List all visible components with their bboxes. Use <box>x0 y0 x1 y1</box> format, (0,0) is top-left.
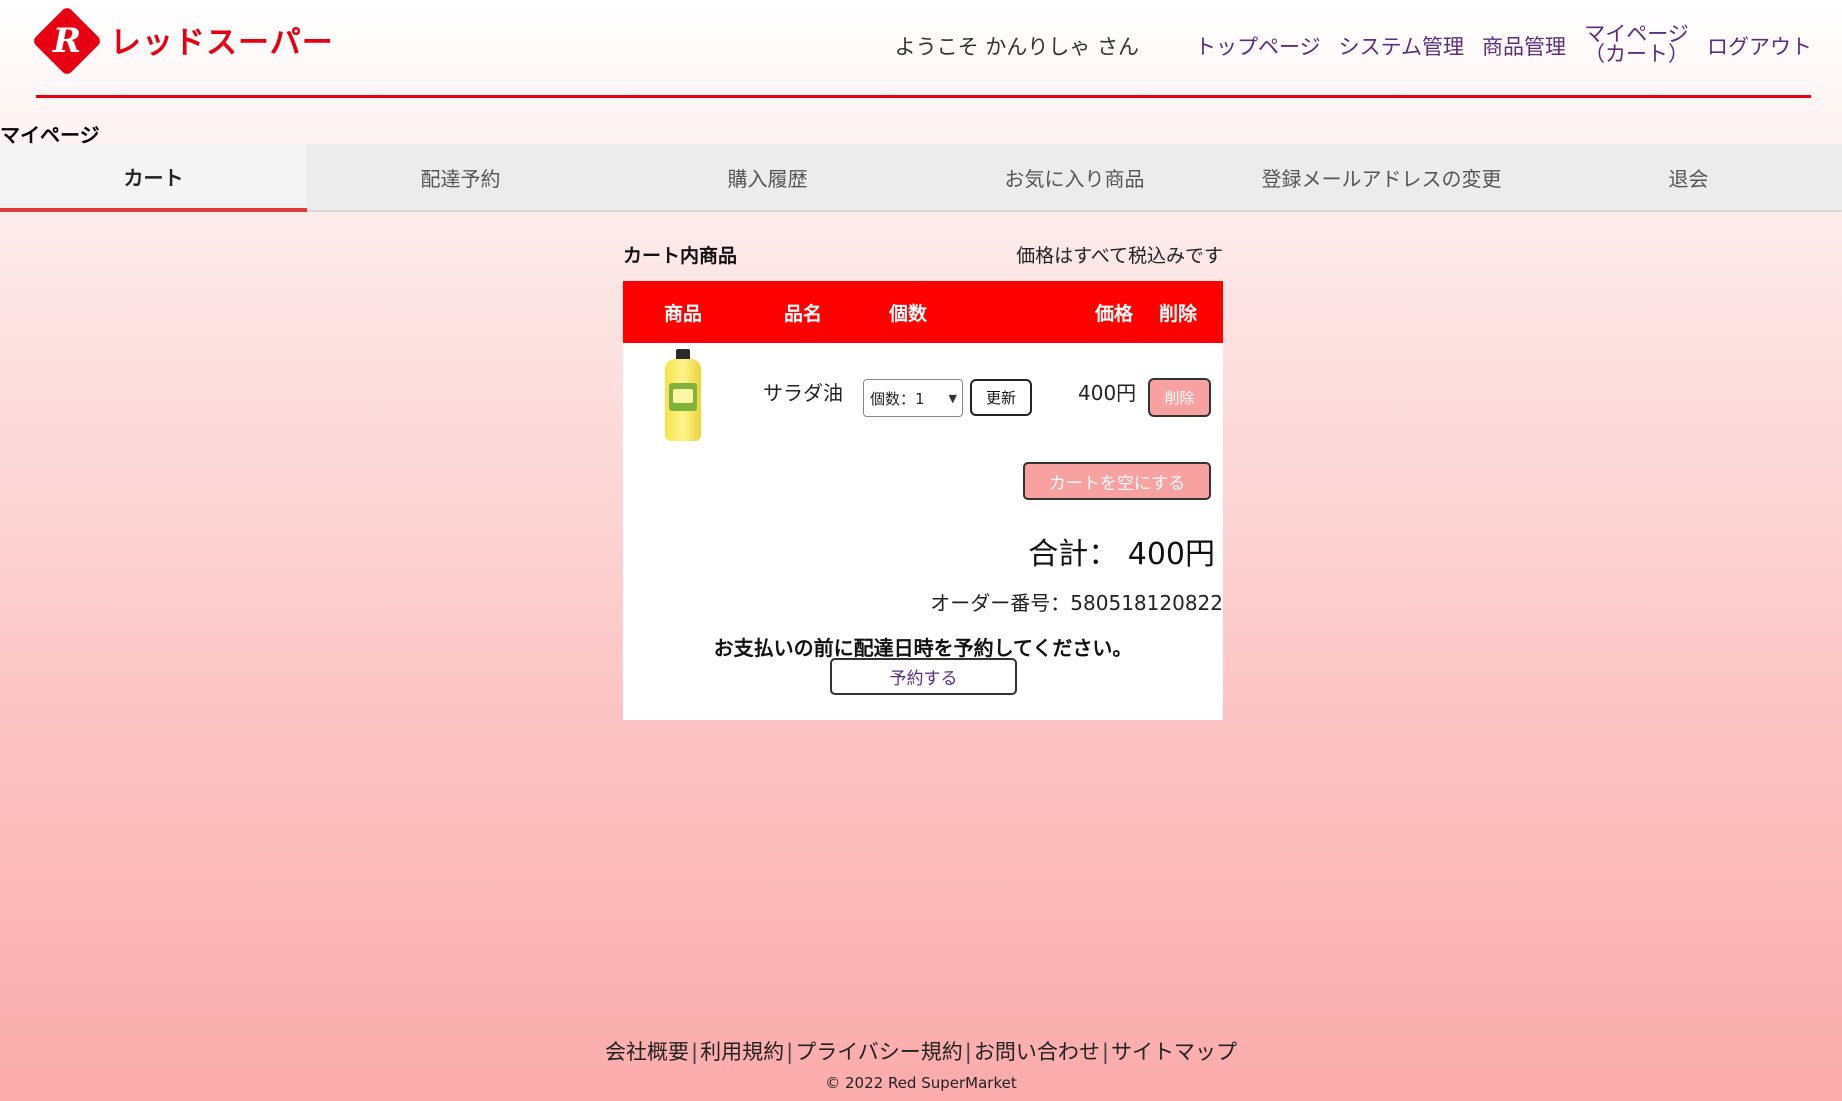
site-logo[interactable]: R レッドスーパー <box>31 5 334 77</box>
footer-link-privacy[interactable]: プライバシー規約 <box>795 1040 963 1064</box>
update-button[interactable]: 更新 <box>970 379 1032 416</box>
quantity-select[interactable]: 個数：1 ▼ <box>863 379 963 417</box>
top-nav: ようこそ かんりしゃ さん トップページ システム管理 商品管理 マイページ （… <box>894 24 1812 65</box>
tab-change-email[interactable]: 登録メールアドレスの変更 <box>1228 144 1535 210</box>
nav-mypage-cart[interactable]: マイページ （カート） <box>1584 24 1689 66</box>
footer-link-company[interactable]: 会社概要 <box>605 1040 689 1064</box>
col-price: 価格 <box>1094 302 1133 325</box>
item-price: 400円 <box>1078 381 1137 405</box>
nav-mypage-line2: （カート） <box>1584 42 1689 66</box>
cart-title: カート内商品 <box>623 245 738 267</box>
cart-panel: 商品 品名 個数 価格 削除 サラダ油 個数：1 ▼ 更新 400円 削除 カー… <box>623 281 1223 720</box>
tab-cart[interactable]: カート <box>0 144 307 212</box>
footer-separator: | <box>786 1040 794 1064</box>
cart-total: 合計： 400円 <box>1028 537 1215 572</box>
col-delete: 削除 <box>1158 302 1197 325</box>
chevron-down-icon: ▼ <box>948 392 957 405</box>
col-name: 品名 <box>783 302 822 325</box>
mypage-tabs: カート 配達予約 購入履歴 お気に入り商品 登録メールアドレスの変更 退会 <box>0 144 1842 212</box>
footer-separator: | <box>691 1040 699 1064</box>
nav-top-page[interactable]: トップページ <box>1195 31 1321 61</box>
footer-link-sitemap[interactable]: サイトマップ <box>1111 1040 1237 1064</box>
delete-button[interactable]: 削除 <box>1148 378 1211 417</box>
nav-product-admin[interactable]: 商品管理 <box>1482 31 1566 61</box>
footer-link-terms[interactable]: 利用規約 <box>700 1040 784 1064</box>
site-header: R レッドスーパー ようこそ かんりしゃ さん トップページ システム管理 商品… <box>0 0 1842 100</box>
header-divider <box>36 95 1811 98</box>
footer-separator: | <box>964 1040 972 1064</box>
footer-separator: | <box>1101 1040 1109 1064</box>
col-product: 商品 <box>663 302 702 325</box>
empty-cart-button[interactable]: カートを空にする <box>1023 462 1211 500</box>
order-number: オーダー番号：580518120822 <box>930 591 1223 615</box>
col-quantity: 個数 <box>888 302 927 325</box>
nav-system-admin[interactable]: システム管理 <box>1339 31 1464 61</box>
tab-favorites[interactable]: お気に入り商品 <box>921 144 1228 210</box>
tab-withdraw[interactable]: 退会 <box>1535 144 1842 210</box>
logo-mark-icon: R <box>31 5 103 77</box>
reserve-button[interactable]: 予約する <box>830 658 1017 695</box>
footer-links: 会社概要|利用規約|プライバシー規約|お問い合わせ|サイトマップ <box>0 1036 1842 1066</box>
cart-table-header: 商品 品名 個数 価格 削除 <box>623 281 1223 343</box>
footer-link-contact[interactable]: お問い合わせ <box>974 1040 1100 1064</box>
cart-heading: カート内商品 価格はすべて税込みです <box>623 241 1223 268</box>
tab-delivery-reservation[interactable]: 配達予約 <box>307 144 614 210</box>
reservation-notice: お支払いの前に配達日時を予約してください。 <box>713 636 1133 660</box>
quantity-value: 個数：1 <box>870 389 925 408</box>
tab-purchase-history[interactable]: 購入履歴 <box>614 144 921 210</box>
logo-text: レッドスーパー <box>110 24 334 61</box>
welcome-message: ようこそ かんりしゃ さん <box>894 35 1140 59</box>
tax-note: 価格はすべて税込みです <box>1016 245 1223 267</box>
nav-logout[interactable]: ログアウト <box>1707 31 1812 61</box>
salad-oil-bottle-image <box>665 349 701 443</box>
cart-row: サラダ油 個数：1 ▼ 更新 400円 削除 <box>623 343 1223 453</box>
item-name: サラダ油 <box>763 381 843 405</box>
copyright: © 2022 Red SuperMarket <box>825 1074 1017 1092</box>
